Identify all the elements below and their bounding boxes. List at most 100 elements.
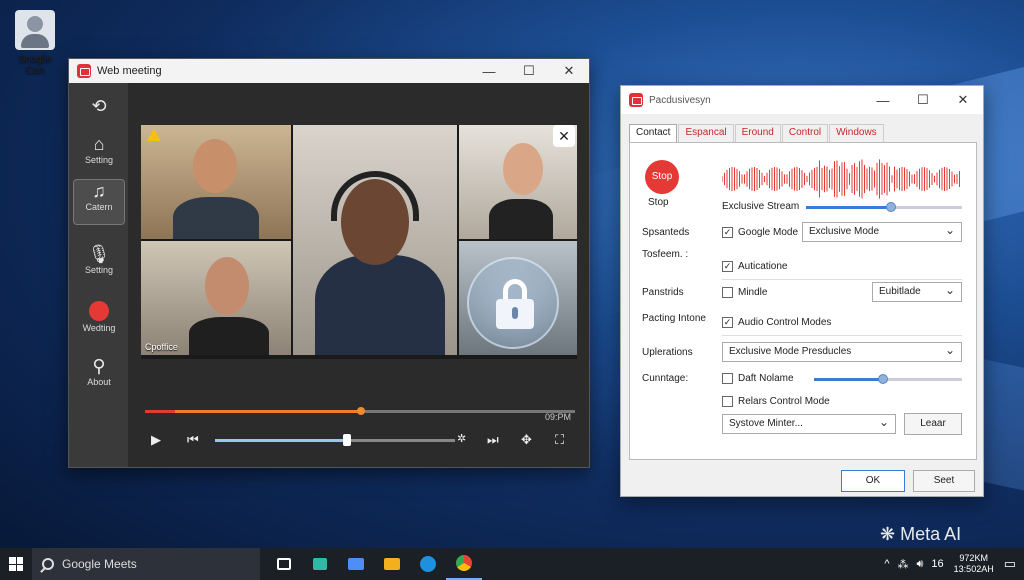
tab-control[interactable]: Control	[781, 124, 829, 142]
notification-icon[interactable]: ▭	[1004, 556, 1016, 572]
leaar-button[interactable]: Leaar	[904, 413, 962, 435]
record-icon	[89, 301, 109, 321]
clock-date: 13:502AH	[953, 564, 994, 574]
ok-button[interactable]: OK	[841, 470, 905, 492]
minimize-button[interactable]: —	[863, 93, 903, 108]
close-button[interactable]: ✕	[549, 63, 589, 79]
google-mode-checkbox[interactable]: ✓	[722, 227, 733, 238]
presducles-select[interactable]: Exclusive Mode Presducles	[722, 342, 962, 362]
warning-icon	[147, 129, 161, 141]
dialog-title: Pacdusivesyn	[649, 94, 711, 106]
video-tile[interactable]: Cpoffice	[141, 241, 291, 355]
volume-slider[interactable]	[215, 434, 455, 446]
exclusive-mode-select[interactable]: Exclusive Mode	[802, 222, 962, 242]
time-display: 09:PM	[544, 412, 571, 422]
exclusive-stream-label: Exclusive Stream	[722, 201, 800, 212]
task-view-icon[interactable]	[266, 548, 302, 580]
sidebar-item-wedting[interactable]: Wedting	[73, 299, 125, 345]
chrome-icon[interactable]	[446, 548, 482, 580]
daft-nolame-label: Daft Nolame	[738, 373, 794, 384]
sidebar-item-setting[interactable]: ⌂ Setting	[73, 133, 125, 179]
minimize-button[interactable]: —	[469, 64, 509, 79]
systove-select[interactable]: Systove Minter...	[722, 414, 896, 434]
mindle-checkbox[interactable]	[722, 287, 733, 298]
skip-back-icon[interactable]: ⏮	[187, 432, 199, 448]
google-mode-label: Google Mode	[738, 227, 799, 238]
close-button[interactable]: ✕	[943, 92, 983, 108]
sidebar-item-about[interactable]: ⚲ About	[73, 355, 125, 401]
tab-espancal[interactable]: Espancal	[678, 124, 734, 142]
fullscreen-icon[interactable]: ⛶	[555, 432, 564, 448]
tab-eround[interactable]: Eround	[734, 124, 781, 142]
chevron-up-icon[interactable]: ^	[884, 558, 889, 570]
settings-icon[interactable]: ✲	[457, 432, 466, 445]
meet-app-icon[interactable]	[302, 548, 338, 580]
meta-ai-label: Meta AI	[900, 524, 962, 544]
divider	[722, 279, 962, 280]
home-icon: ⌂	[93, 134, 105, 154]
tile-label: Cpoffice	[145, 342, 178, 352]
sidebar-item-setting-mic[interactable]: 🎙︎ Setting	[73, 243, 125, 289]
sidebar-item-label: Catern	[85, 202, 113, 212]
tab-contact[interactable]: Contact	[629, 124, 678, 142]
uplerations-label: Uplerations	[642, 347, 693, 358]
system-tray: ^ ⁂ 🔊︎ 16 972KM 13:502AH ▭	[884, 548, 1024, 580]
meta-ai-watermark: ❋ Meta AI	[880, 524, 961, 545]
maximize-button[interactable]: ☐	[509, 63, 549, 79]
stop-label: Stop	[648, 197, 669, 208]
app-icon	[77, 64, 91, 78]
sidebar-item-label: Setting	[84, 265, 114, 275]
edge-icon[interactable]	[410, 548, 446, 580]
start-button[interactable]	[0, 548, 32, 580]
taskbar-search[interactable]: Google Meets	[32, 548, 260, 580]
user-avatar-icon	[15, 10, 55, 50]
eubitlade-select[interactable]: Eubitlade	[872, 282, 962, 302]
microphone-icon: 🎙︎	[87, 244, 111, 264]
meeting-titlebar: Web meeting — ☐ ✕	[69, 59, 589, 83]
maximize-button[interactable]: ☐	[903, 92, 943, 108]
skip-forward-icon[interactable]: ⏭	[487, 432, 499, 448]
video-tile-main[interactable]	[293, 125, 457, 355]
play-icon[interactable]: ▶	[151, 432, 161, 448]
app-icon	[629, 93, 643, 107]
video-tile[interactable]	[141, 125, 291, 239]
network-icon[interactable]: ⁂	[897, 558, 908, 571]
auticatione-label: Auticatione	[738, 261, 788, 272]
meta-ai-icon: ❋	[880, 524, 896, 544]
clock[interactable]: 972KM 13:502AH	[954, 553, 994, 575]
stop-button[interactable]: Stop	[645, 160, 679, 194]
sidebar-item-catern[interactable]: ♫ Catern	[73, 179, 125, 225]
meeting-window-title: Web meeting	[97, 65, 162, 77]
playback-progress[interactable]	[145, 407, 575, 415]
panstrids-label: Panstrids	[642, 287, 684, 298]
tab-windows[interactable]: Windows	[829, 124, 884, 142]
daft-nolame-checkbox[interactable]	[722, 373, 733, 384]
exclusive-settings-dialog: Pacdusivesyn — ☐ ✕ Contact Espancal Erou…	[620, 85, 984, 497]
cunntage-label: Cunntage:	[642, 373, 689, 384]
seet-button[interactable]: Seet	[913, 470, 975, 492]
mindle-label: Mindle	[738, 287, 768, 298]
search-icon	[42, 558, 54, 570]
relars-label: Relars Control Mode	[738, 396, 830, 407]
relars-checkbox[interactable]	[722, 396, 733, 407]
sidebar-item-label: About	[87, 377, 111, 387]
sidebar-item-label: Setting	[84, 155, 114, 165]
close-tile-button[interactable]: ✕	[553, 125, 575, 147]
store-icon[interactable]	[374, 548, 410, 580]
audio-control-label: Audio Control Modes	[738, 317, 832, 328]
move-icon[interactable]: ✥	[521, 432, 532, 448]
dialog-tabs: Contact Espancal Eround Control Windows	[629, 124, 885, 142]
cunntage-slider[interactable]	[814, 374, 962, 384]
desktop-shortcut[interactable]: Snoglie Can	[8, 10, 62, 76]
music-note-icon: ♫	[92, 181, 106, 201]
lock-icon	[467, 257, 559, 349]
user-icon: ⚲	[92, 356, 106, 376]
clock-time: 972KM	[959, 553, 988, 563]
files-icon[interactable]	[338, 548, 374, 580]
auticatione-checkbox[interactable]: ✓	[722, 261, 733, 272]
exclusive-stream-slider[interactable]	[806, 202, 962, 212]
divider	[722, 335, 962, 336]
audio-control-checkbox[interactable]: ✓	[722, 317, 733, 328]
volume-icon[interactable]: 🔊︎	[916, 558, 923, 571]
meeting-sidebar: ⟲ ⌂ Setting ♫ Catern 🎙︎ Setting Wedting ⚲ Ab…	[69, 83, 129, 467]
